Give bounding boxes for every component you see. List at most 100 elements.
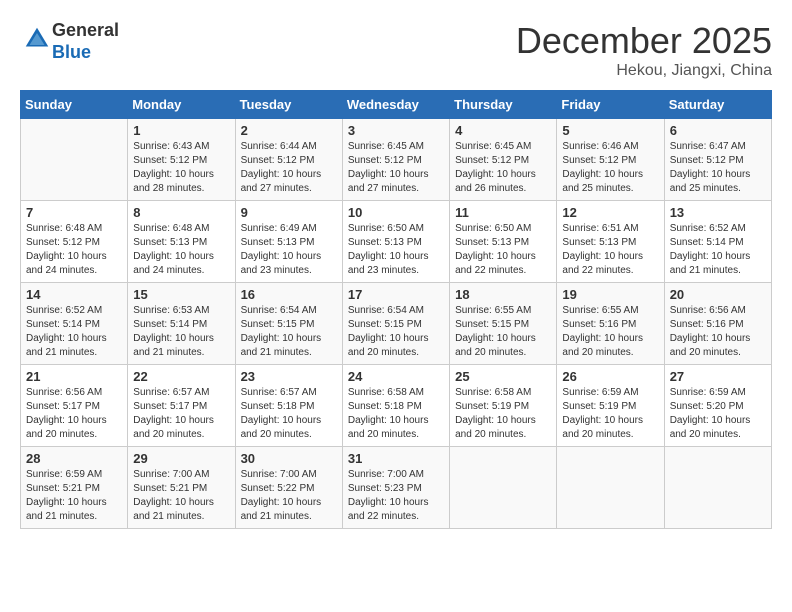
logo-icon <box>22 24 52 54</box>
calendar-day-cell: 28 Sunrise: 6:59 AMSunset: 5:21 PMDayligh… <box>21 447 128 529</box>
day-sun-info: Sunrise: 6:51 AMSunset: 5:13 PMDaylight:… <box>562 222 658 278</box>
day-sun-info: Sunrise: 6:59 AMSunset: 5:20 PMDaylight:… <box>670 386 766 442</box>
day-sun-info: Sunrise: 6:54 AMSunset: 5:15 PMDaylight:… <box>241 304 337 360</box>
day-number: 12 <box>562 205 658 220</box>
calendar-week-row: 21 Sunrise: 6:56 AMSunset: 5:17 PMDayligh… <box>21 365 772 447</box>
day-number: 11 <box>455 205 551 220</box>
calendar-day-cell: 3 Sunrise: 6:45 AMSunset: 5:12 PMDaylight… <box>342 119 449 201</box>
calendar-day-cell: 16 Sunrise: 6:54 AMSunset: 5:15 PMDayligh… <box>235 283 342 365</box>
calendar-day-cell: 25Sunrise: 6:58 AMSunset: 5:19 PMDayligh… <box>450 365 557 447</box>
calendar-week-row: 7 Sunrise: 6:48 AMSunset: 5:12 PMDaylight… <box>21 201 772 283</box>
day-sun-info: Sunrise: 6:55 AMSunset: 5:16 PMDaylight:… <box>562 304 658 360</box>
day-number: 23 <box>241 369 337 384</box>
day-number: 29 <box>133 451 229 466</box>
logo-blue-text: Blue <box>52 42 91 62</box>
title-section: December 2025 Hekou, Jiangxi, China <box>516 20 772 80</box>
calendar-day-cell: 26 Sunrise: 6:59 AMSunset: 5:19 PMDayligh… <box>557 365 664 447</box>
day-number: 8 <box>133 205 229 220</box>
day-sun-info: Sunrise: 6:45 AMSunset: 5:12 PMDaylight:… <box>348 140 444 196</box>
day-number: 31 <box>348 451 444 466</box>
calendar-day-cell: 17 Sunrise: 6:54 AMSunset: 5:15 PMDayligh… <box>342 283 449 365</box>
calendar-day-cell: 21 Sunrise: 6:56 AMSunset: 5:17 PMDayligh… <box>21 365 128 447</box>
day-sun-info: Sunrise: 6:43 AMSunset: 5:12 PMDaylight:… <box>133 140 229 196</box>
day-sun-info: Sunrise: 6:59 AMSunset: 5:21 PMDaylight:… <box>26 468 122 524</box>
calendar-day-cell: 24Sunrise: 6:58 AMSunset: 5:18 PMDayligh… <box>342 365 449 447</box>
day-number: 14 <box>26 287 122 302</box>
calendar-day-cell: 15Sunrise: 6:53 AMSunset: 5:14 PMDayligh… <box>128 283 235 365</box>
calendar-day-cell: 13 Sunrise: 6:52 AMSunset: 5:14 PMDayligh… <box>664 201 771 283</box>
calendar-day-cell: 29 Sunrise: 7:00 AMSunset: 5:21 PMDayligh… <box>128 447 235 529</box>
day-number: 13 <box>670 205 766 220</box>
day-of-week-header: Monday <box>128 91 235 119</box>
calendar-day-cell: 23Sunrise: 6:57 AMSunset: 5:18 PMDayligh… <box>235 365 342 447</box>
calendar-day-cell: 18Sunrise: 6:55 AMSunset: 5:15 PMDayligh… <box>450 283 557 365</box>
calendar-day-cell: 8 Sunrise: 6:48 AMSunset: 5:13 PMDaylight… <box>128 201 235 283</box>
day-sun-info: Sunrise: 6:46 AMSunset: 5:12 PMDaylight:… <box>562 140 658 196</box>
day-sun-info: Sunrise: 6:48 AMSunset: 5:12 PMDaylight:… <box>26 222 122 278</box>
day-sun-info: Sunrise: 6:52 AMSunset: 5:14 PMDaylight:… <box>670 222 766 278</box>
day-number: 18 <box>455 287 551 302</box>
day-sun-info: Sunrise: 6:59 AMSunset: 5:19 PMDaylight:… <box>562 386 658 442</box>
day-number: 7 <box>26 205 122 220</box>
day-number: 9 <box>241 205 337 220</box>
day-number: 20 <box>670 287 766 302</box>
calendar-day-cell: 5 Sunrise: 6:46 AMSunset: 5:12 PMDaylight… <box>557 119 664 201</box>
calendar-day-cell: 10 Sunrise: 6:50 AMSunset: 5:13 PMDayligh… <box>342 201 449 283</box>
calendar-day-cell <box>450 447 557 529</box>
day-sun-info: Sunrise: 6:56 AMSunset: 5:17 PMDaylight:… <box>26 386 122 442</box>
day-number: 28 <box>26 451 122 466</box>
calendar-day-cell: 9 Sunrise: 6:49 AMSunset: 5:13 PMDaylight… <box>235 201 342 283</box>
day-of-week-header: Tuesday <box>235 91 342 119</box>
day-number: 21 <box>26 369 122 384</box>
day-sun-info: Sunrise: 7:00 AMSunset: 5:21 PMDaylight:… <box>133 468 229 524</box>
calendar-day-cell: 14 Sunrise: 6:52 AMSunset: 5:14 PMDayligh… <box>21 283 128 365</box>
day-number: 17 <box>348 287 444 302</box>
calendar-day-cell: 6 Sunrise: 6:47 AMSunset: 5:12 PMDaylight… <box>664 119 771 201</box>
calendar-week-row: 28 Sunrise: 6:59 AMSunset: 5:21 PMDayligh… <box>21 447 772 529</box>
day-number: 3 <box>348 123 444 138</box>
day-sun-info: Sunrise: 6:50 AMSunset: 5:13 PMDaylight:… <box>455 222 551 278</box>
day-sun-info: Sunrise: 7:00 AMSunset: 5:23 PMDaylight:… <box>348 468 444 524</box>
day-sun-info: Sunrise: 6:54 AMSunset: 5:15 PMDaylight:… <box>348 304 444 360</box>
calendar-day-cell: 30Sunrise: 7:00 AMSunset: 5:22 PMDayligh… <box>235 447 342 529</box>
day-sun-info: Sunrise: 6:53 AMSunset: 5:14 PMDaylight:… <box>133 304 229 360</box>
day-sun-info: Sunrise: 6:50 AMSunset: 5:13 PMDaylight:… <box>348 222 444 278</box>
day-sun-info: Sunrise: 6:58 AMSunset: 5:18 PMDaylight:… <box>348 386 444 442</box>
day-of-week-header: Thursday <box>450 91 557 119</box>
day-number: 26 <box>562 369 658 384</box>
calendar-day-cell: 22Sunrise: 6:57 AMSunset: 5:17 PMDayligh… <box>128 365 235 447</box>
logo: General Blue <box>20 20 119 63</box>
calendar-day-cell: 11 Sunrise: 6:50 AMSunset: 5:13 PMDayligh… <box>450 201 557 283</box>
calendar-week-row: 14 Sunrise: 6:52 AMSunset: 5:14 PMDayligh… <box>21 283 772 365</box>
day-sun-info: Sunrise: 6:52 AMSunset: 5:14 PMDaylight:… <box>26 304 122 360</box>
day-number: 10 <box>348 205 444 220</box>
day-number: 27 <box>670 369 766 384</box>
calendar-day-cell: 31 Sunrise: 7:00 AMSunset: 5:23 PMDayligh… <box>342 447 449 529</box>
month-title: December 2025 <box>516 20 772 62</box>
logo-general-text: General <box>52 20 119 40</box>
day-sun-info: Sunrise: 6:56 AMSunset: 5:16 PMDaylight:… <box>670 304 766 360</box>
calendar-day-cell: 4 Sunrise: 6:45 AMSunset: 5:12 PMDaylight… <box>450 119 557 201</box>
day-sun-info: Sunrise: 6:57 AMSunset: 5:17 PMDaylight:… <box>133 386 229 442</box>
day-number: 5 <box>562 123 658 138</box>
day-sun-info: Sunrise: 6:47 AMSunset: 5:12 PMDaylight:… <box>670 140 766 196</box>
calendar-day-cell: 2Sunrise: 6:44 AMSunset: 5:12 PMDaylight… <box>235 119 342 201</box>
day-sun-info: Sunrise: 6:48 AMSunset: 5:13 PMDaylight:… <box>133 222 229 278</box>
day-number: 2 <box>241 123 337 138</box>
day-sun-info: Sunrise: 6:49 AMSunset: 5:13 PMDaylight:… <box>241 222 337 278</box>
day-sun-info: Sunrise: 6:45 AMSunset: 5:12 PMDaylight:… <box>455 140 551 196</box>
day-number: 6 <box>670 123 766 138</box>
calendar-day-cell: 1 Sunrise: 6:43 AMSunset: 5:12 PMDaylight… <box>128 119 235 201</box>
calendar-week-row: 1 Sunrise: 6:43 AMSunset: 5:12 PMDaylight… <box>21 119 772 201</box>
calendar-day-cell <box>21 119 128 201</box>
day-number: 1 <box>133 123 229 138</box>
calendar-day-cell: 7 Sunrise: 6:48 AMSunset: 5:12 PMDaylight… <box>21 201 128 283</box>
day-number: 25 <box>455 369 551 384</box>
page-header: General Blue December 2025 Hekou, Jiangx… <box>20 20 772 80</box>
day-number: 19 <box>562 287 658 302</box>
calendar-day-cell: 12 Sunrise: 6:51 AMSunset: 5:13 PMDayligh… <box>557 201 664 283</box>
day-of-week-header: Wednesday <box>342 91 449 119</box>
day-number: 4 <box>455 123 551 138</box>
day-number: 16 <box>241 287 337 302</box>
days-header-row: SundayMondayTuesdayWednesdayThursdayFrid… <box>21 91 772 119</box>
